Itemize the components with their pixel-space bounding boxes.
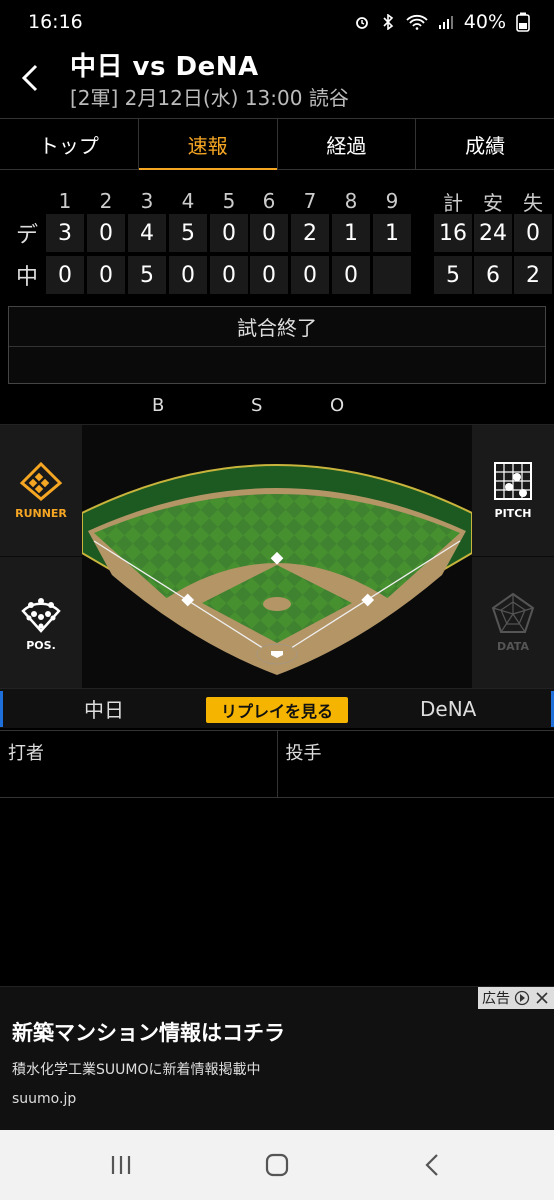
system-nav-bar [0, 1130, 554, 1200]
inning-score: 0 [87, 256, 125, 294]
clock: 16:16 [28, 11, 83, 33]
home-icon[interactable] [257, 1150, 297, 1180]
inning-score: 2 [291, 214, 329, 252]
total-hits: 24 [474, 214, 512, 252]
total-errors: 0 [514, 214, 552, 252]
battery-icon [516, 12, 530, 32]
runner-diamond-icon [19, 461, 63, 501]
inning-score: 5 [169, 214, 207, 252]
ad-url: suumo.jp [12, 1091, 77, 1107]
total-runs: 5 [434, 256, 472, 294]
home-team-name: 中日 [84, 698, 124, 722]
inning-score: 0 [250, 214, 288, 252]
ad-tag[interactable]: 広告 [478, 987, 554, 1009]
bso-indicator: B S O [0, 395, 554, 421]
data-button[interactable]: DATA [472, 557, 554, 688]
tab-live[interactable]: 速報 [138, 119, 278, 170]
tab-stats[interactable]: 成績 [416, 119, 554, 169]
bluetooth-icon [383, 14, 393, 30]
data-label: DATA [497, 640, 529, 653]
position-label: POS. [26, 639, 56, 652]
outs-label: O [330, 395, 345, 416]
inning-score: 4 [128, 214, 166, 252]
pitcher-label: 投手 [285, 743, 322, 764]
total-errors: 2 [514, 256, 552, 294]
ad-banner[interactable]: 広告 新築マンション情報はコチラ 積水化学工業SUUMOに新着情報掲載中 suu… [0, 986, 554, 1130]
away-team-name: DeNA [420, 696, 477, 721]
inning-score: 0 [332, 256, 370, 294]
inning-score: 1 [373, 214, 411, 252]
home-accent-bar [0, 691, 3, 727]
scoreboard: 1 2 3 4 5 6 7 8 9 計 安 失 デ 3 0 4 5 0 0 2 … [0, 178, 554, 298]
back-arrow-icon[interactable] [16, 62, 44, 94]
scoreboard-row-dena: デ 3 0 4 5 0 0 2 1 1 16 24 0 [0, 214, 554, 252]
team-label: 中 [15, 265, 38, 290]
tab-progress[interactable]: 経過 [278, 119, 417, 169]
inning-score: 0 [210, 214, 248, 252]
header: 中日 vs DeNA [2軍] 2月12日(水) 13:00 読谷 [0, 44, 554, 114]
inning-score: 0 [210, 256, 248, 294]
inning-score: 0 [87, 214, 125, 252]
pitch-grid-icon [494, 462, 532, 500]
runner-button[interactable]: RUNNER [0, 425, 82, 556]
inning-score: 3 [46, 214, 84, 252]
page-title: 中日 vs DeNA [70, 52, 259, 82]
pitch-button[interactable]: PITCH [472, 425, 554, 556]
inning-score: 0 [46, 256, 84, 294]
ad-description: 積水化学工業SUUMOに新着情報掲載中 [12, 1062, 261, 1078]
close-icon[interactable] [534, 990, 550, 1006]
total-hits: 6 [474, 256, 512, 294]
strikes-label: S [251, 395, 263, 416]
radar-chart-icon [491, 592, 535, 633]
signal-icon [438, 16, 453, 29]
tab-bar: トップ 速報 経過 成績 [0, 118, 554, 170]
matchup-panel: 打者 投手 [0, 730, 554, 798]
tab-top[interactable]: トップ [0, 119, 139, 169]
ad-label: 広告 [482, 991, 510, 1007]
positions-icon [21, 598, 61, 633]
game-info: [2軍] 2月12日(水) 13:00 読谷 [70, 86, 349, 110]
field-area: RUNNER POS. PITCH DATA [0, 424, 554, 688]
game-status-box: 試合終了 [8, 306, 546, 384]
inning-score: 0 [291, 256, 329, 294]
batter-label: 打者 [0, 731, 278, 797]
recent-apps-icon[interactable] [101, 1150, 141, 1180]
position-button[interactable]: POS. [0, 557, 82, 688]
total-runs: 16 [434, 214, 472, 252]
inning-score: 5 [128, 256, 166, 294]
game-status: 試合終了 [9, 307, 545, 347]
inning-score: 0 [169, 256, 207, 294]
scoreboard-row-chunichi: 中 0 0 5 0 0 0 0 0 5 6 2 [0, 256, 554, 294]
status-bar: 16:16 40% [0, 0, 554, 44]
wifi-icon [406, 14, 428, 30]
battery-percent: 40% [463, 11, 506, 33]
alarm-icon [355, 17, 368, 29]
ad-choices-icon[interactable] [514, 990, 530, 1006]
inning-score: 0 [250, 256, 288, 294]
back-icon[interactable] [413, 1150, 453, 1180]
replay-button[interactable]: リプレイを見る [206, 697, 348, 723]
ad-title[interactable]: 新築マンション情報はコチラ [12, 1017, 285, 1047]
runner-label: RUNNER [15, 507, 67, 520]
balls-label: B [152, 395, 165, 416]
teams-row: 中日 リプレイを見る DeNA [0, 688, 554, 728]
team-label: デ [15, 223, 38, 248]
baseball-field [82, 464, 472, 675]
pitch-label: PITCH [494, 507, 532, 520]
inning-score [373, 256, 411, 294]
inning-score: 1 [332, 214, 370, 252]
